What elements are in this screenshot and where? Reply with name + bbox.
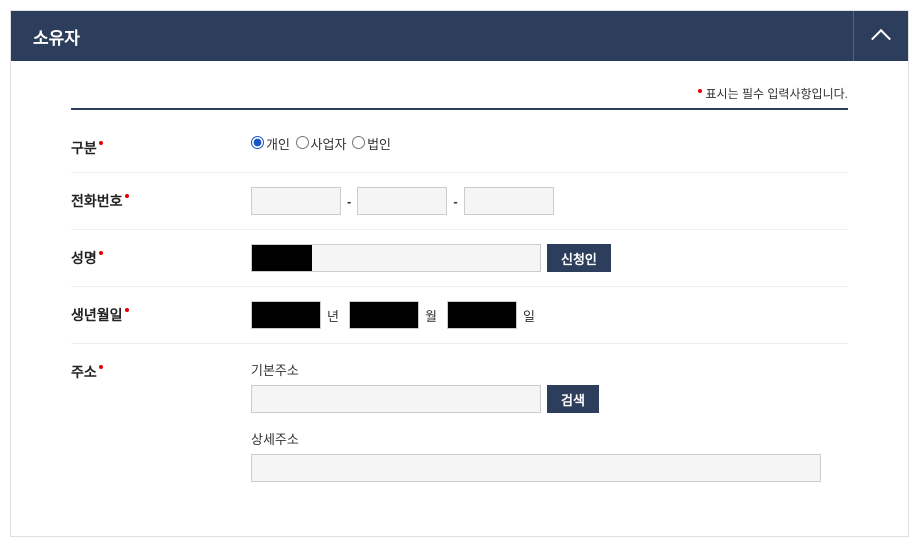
panel-header: 소유자 xyxy=(11,11,908,61)
required-note: 표시는 필수 입력사항입니다. xyxy=(71,85,848,108)
label-birth: 생년월일 xyxy=(71,301,251,325)
phone-sep: - xyxy=(347,194,351,209)
name-inputs: 신청인 xyxy=(251,244,848,272)
required-dot-icon xyxy=(99,365,103,369)
owner-panel: 소유자 표시는 필수 입력사항입니다. 구분 개인 사업자 법인 전화번호 xyxy=(10,10,909,537)
base-address-block: 기본주소 검색 xyxy=(251,360,848,413)
required-dot-icon xyxy=(99,251,103,255)
phone-part2-input[interactable] xyxy=(357,187,447,215)
birth-year-input[interactable] xyxy=(251,301,321,329)
address-search-button[interactable]: 검색 xyxy=(547,385,599,413)
phone-sep: - xyxy=(453,194,457,209)
detail-address-label: 상세주소 xyxy=(251,429,848,448)
label-category: 구분 xyxy=(71,134,251,158)
birth-inputs: 년 월 일 xyxy=(251,301,848,329)
label-name: 성명 xyxy=(71,244,251,268)
address-inputs: 기본주소 검색 상세주소 xyxy=(251,358,848,482)
detail-address-block: 상세주소 xyxy=(251,429,848,482)
birth-day-input[interactable] xyxy=(447,301,517,329)
phone-part1-input[interactable] xyxy=(251,187,341,215)
chevron-up-icon xyxy=(871,29,891,49)
row-name: 성명 신청인 xyxy=(71,230,848,287)
section-divider xyxy=(71,108,848,110)
collapse-toggle[interactable] xyxy=(853,11,908,61)
required-dot-icon xyxy=(99,141,103,145)
required-dot-icon xyxy=(698,89,702,93)
required-note-text: 표시는 필수 입력사항입니다. xyxy=(706,87,848,101)
panel-title: 소유자 xyxy=(11,24,80,49)
row-phone: 전화번호 - - xyxy=(71,173,848,230)
required-dot-icon xyxy=(125,194,129,198)
unit-year: 년 xyxy=(327,306,339,325)
base-address-label: 기본주소 xyxy=(251,360,848,379)
row-address: 주소 기본주소 검색 상세주소 xyxy=(71,344,848,496)
detail-address-input[interactable] xyxy=(251,454,821,482)
unit-month: 월 xyxy=(425,306,437,325)
phone-inputs: - - xyxy=(251,187,848,215)
panel-body: 표시는 필수 입력사항입니다. 구분 개인 사업자 법인 전화번호 - - xyxy=(11,61,908,536)
applicant-button[interactable]: 신청인 xyxy=(547,244,611,272)
redacted-block xyxy=(252,245,312,271)
label-address: 주소 xyxy=(71,358,251,382)
base-address-input[interactable] xyxy=(251,385,541,413)
label-phone: 전화번호 xyxy=(71,187,251,211)
phone-part3-input[interactable] xyxy=(464,187,554,215)
category-radio-group: 개인 사업자 법인 xyxy=(251,134,848,153)
row-category: 구분 개인 사업자 법인 xyxy=(71,120,848,173)
radio-corporation[interactable]: 법인 xyxy=(352,137,391,152)
radio-business[interactable]: 사업자 xyxy=(296,137,347,152)
radio-individual[interactable]: 개인 xyxy=(251,137,290,152)
birth-month-input[interactable] xyxy=(349,301,419,329)
row-birth: 생년월일 년 월 일 xyxy=(71,287,848,344)
required-dot-icon xyxy=(125,308,129,312)
unit-day: 일 xyxy=(523,306,535,325)
